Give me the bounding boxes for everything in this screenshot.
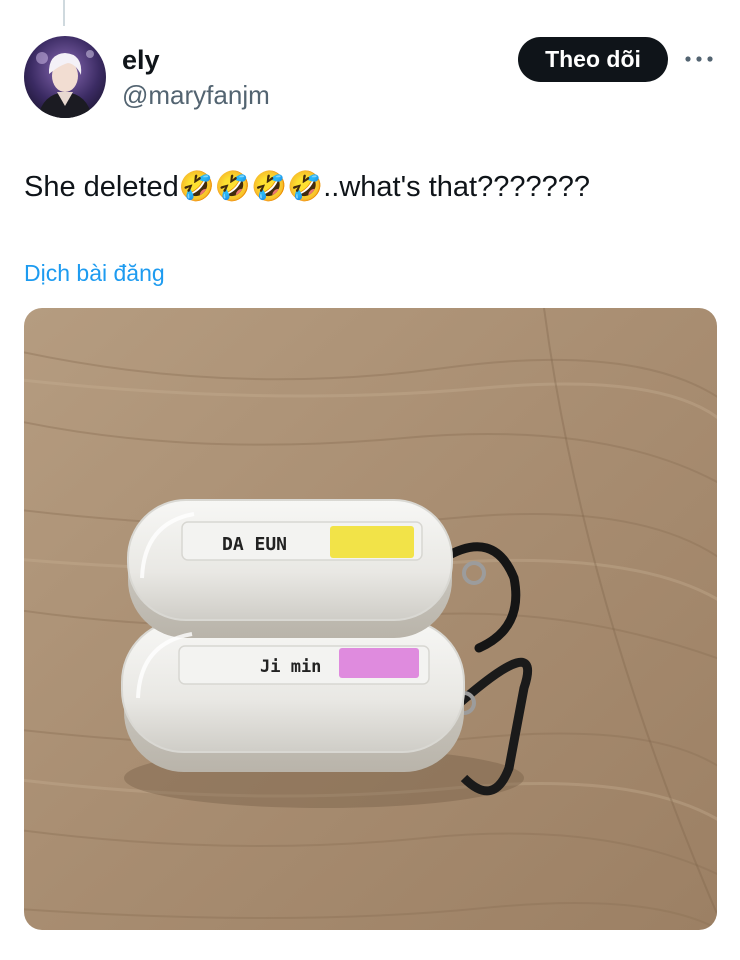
thread-connector-line <box>63 0 65 26</box>
author-handle[interactable]: @maryfanjm <box>122 80 270 110</box>
tweet-photo[interactable]: Ji min DA EUN <box>24 308 717 930</box>
author-display-name[interactable]: ely <box>122 44 160 76</box>
tweet-text: She deleted🤣🤣🤣🤣..what's that??????? <box>24 171 590 203</box>
more-horizontal-icon[interactable] <box>682 48 716 70</box>
follow-button[interactable]: Theo dõi <box>518 37 668 82</box>
translate-post-link[interactable]: Dịch bài đăng <box>24 258 165 288</box>
case-label-top: DA EUN <box>222 534 287 555</box>
avatar[interactable] <box>24 36 106 118</box>
case-label-bottom: Ji min <box>260 657 321 677</box>
